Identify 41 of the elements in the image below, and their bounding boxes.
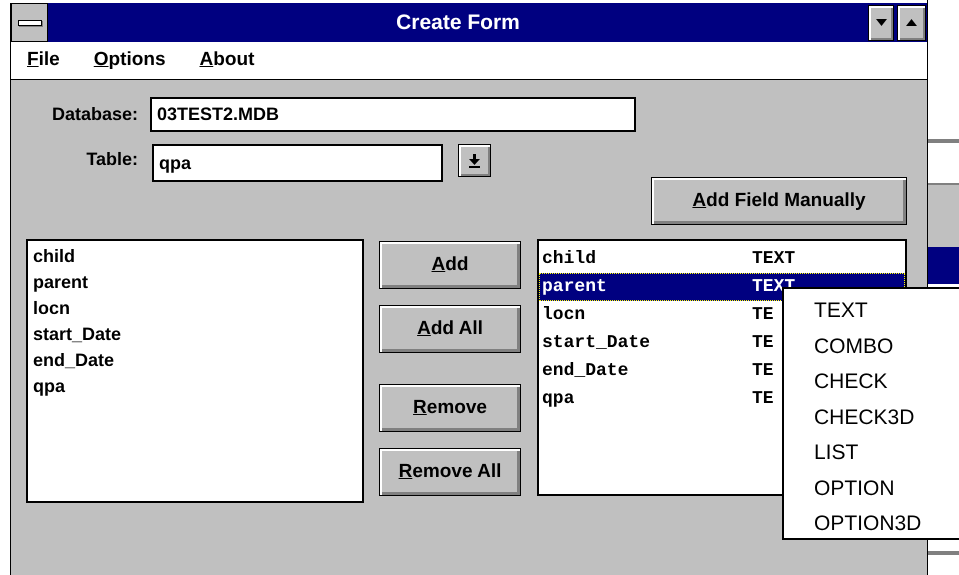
field-item[interactable]: qpa (33, 373, 362, 399)
push-button[interactable]: Add All (379, 305, 521, 353)
table-combo-field[interactable]: qpa (152, 144, 443, 182)
field-name: start_Date (542, 332, 652, 354)
field-type: TEXT (752, 248, 796, 270)
list-row[interactable]: child TEXT (539, 245, 905, 273)
dash-icon (18, 20, 42, 26)
field-type: TE (752, 388, 774, 410)
field-item[interactable]: end_Date (33, 347, 362, 373)
database-field[interactable]: 03TEST2.MDB (150, 97, 636, 132)
table-label: Table: (85, 148, 138, 171)
menu-item[interactable]: OPTION3D (814, 506, 959, 542)
field-type: TE (752, 304, 774, 326)
minimize-button[interactable] (868, 4, 894, 40)
field-type: TE (752, 332, 774, 354)
push-button[interactable]: Remove (379, 384, 521, 432)
push-button[interactable]: Add Field Manually (651, 177, 907, 225)
menu-item[interactable]: Options (94, 46, 166, 75)
maximize-button[interactable] (897, 4, 926, 40)
field-item[interactable]: start_Date (33, 321, 362, 347)
field-item[interactable]: child (33, 243, 362, 269)
caret-up-icon (906, 19, 917, 26)
field-item[interactable]: parent (33, 269, 362, 295)
field-name: locn (542, 304, 586, 326)
caret-down-icon (876, 19, 886, 26)
database-label: Database: (50, 103, 138, 126)
field-type: TE (752, 360, 774, 382)
down-arrow-icon (469, 154, 480, 168)
field-name: parent (542, 276, 608, 298)
field-item[interactable]: locn (33, 295, 362, 321)
field-name: qpa (542, 388, 576, 410)
available-fields-list[interactable]: child parent locn start_Date end_Date qpa (26, 239, 364, 503)
window-title: Create Form (395, 10, 521, 36)
dropdown-button[interactable] (458, 144, 491, 177)
push-button[interactable]: Remove All (379, 448, 521, 496)
field-name: end_Date (542, 360, 630, 382)
field-name: child (542, 248, 598, 270)
menu-item[interactable]: About (200, 46, 254, 75)
system-menu-button[interactable] (11, 3, 48, 42)
menu-item[interactable]: File (27, 46, 60, 75)
push-button[interactable]: Add (379, 241, 521, 289)
